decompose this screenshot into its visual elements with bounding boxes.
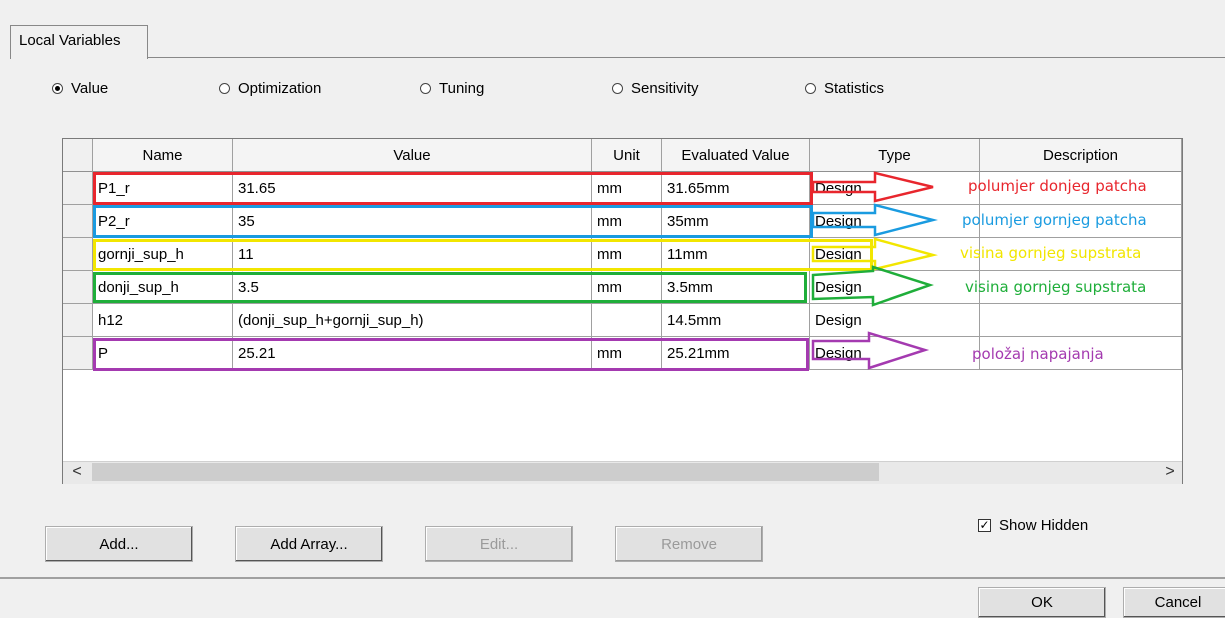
annotation-text: polumjer donjeg patcha <box>968 177 1147 195</box>
table-cell-evaluated[interactable]: 14.5mm <box>662 304 810 337</box>
annotation-arrows <box>811 171 938 370</box>
annotation-text: visina gornjeg supstrata <box>965 278 1147 296</box>
radio-dot[interactable] <box>612 83 623 94</box>
divider <box>0 577 1225 579</box>
column-header[interactable]: Description <box>980 139 1182 172</box>
row-header[interactable] <box>63 337 93 370</box>
arrow-green-icon <box>811 265 934 307</box>
highlight-box-purple <box>93 338 809 371</box>
annotation-text: polumjer gornjeg patcha <box>962 211 1147 229</box>
highlight-box-red <box>93 172 813 205</box>
row-header[interactable] <box>63 205 93 238</box>
annotation-text: položaj napajanja <box>972 345 1104 363</box>
table-cell-unit[interactable] <box>592 304 662 337</box>
arrow-yellow-icon <box>811 237 938 271</box>
tab-label: Local Variables <box>19 32 121 49</box>
column-header[interactable]: Unit <box>592 139 662 172</box>
arrow-purple-icon <box>811 331 930 370</box>
scroll-right-icon[interactable]: > <box>1157 461 1183 483</box>
scroll-left-icon[interactable]: < <box>64 461 90 483</box>
row-header[interactable] <box>63 238 93 271</box>
checkbox-check-icon[interactable]: ✓ <box>978 519 991 532</box>
remove-button[interactable]: Remove <box>615 526 763 562</box>
highlight-box-green <box>93 272 807 303</box>
radio-label: Statistics <box>824 80 885 97</box>
radio-label: Optimization <box>238 80 322 97</box>
column-header[interactable]: Evaluated Value <box>662 139 810 172</box>
ok-button[interactable]: OK <box>978 587 1106 618</box>
add-array-button[interactable]: Add Array... <box>235 526 383 562</box>
radio-value[interactable]: Value <box>52 80 108 97</box>
radio-tuning[interactable]: Tuning <box>420 80 484 97</box>
highlight-box-blue <box>93 205 813 238</box>
table-cell-value[interactable]: (donji_sup_h+gornji_sup_h) <box>233 304 592 337</box>
tab-divider <box>10 57 1225 58</box>
show-hidden-checkbox[interactable]: ✓ Show Hidden <box>978 517 1088 534</box>
add-button[interactable]: Add... <box>45 526 193 562</box>
row-header[interactable] <box>63 304 93 337</box>
column-header[interactable]: Value <box>233 139 592 172</box>
column-header[interactable]: Name <box>93 139 233 172</box>
row-header-corner <box>63 139 93 172</box>
edit-button[interactable]: Edit... <box>425 526 573 562</box>
row-header[interactable] <box>63 271 93 304</box>
radio-dot[interactable] <box>219 83 230 94</box>
radio-dot[interactable] <box>420 83 431 94</box>
cancel-button[interactable]: Cancel <box>1123 587 1225 618</box>
table-cell-name[interactable]: h12 <box>93 304 233 337</box>
radio-statistics[interactable]: Statistics <box>805 80 884 97</box>
radio-label: Tuning <box>439 80 485 97</box>
radio-dot[interactable] <box>52 83 63 94</box>
radio-dot[interactable] <box>805 83 816 94</box>
highlight-box-yellow <box>93 239 873 271</box>
radio-label: Value <box>71 80 109 97</box>
annotation-text: visina gornjeg supstrata <box>960 244 1142 262</box>
radio-optimization[interactable]: Optimization <box>219 80 321 97</box>
tab-local-variables[interactable]: Local Variables <box>10 25 148 59</box>
arrow-red-icon <box>811 171 934 203</box>
arrow-blue-icon <box>811 203 938 237</box>
table-cell-description[interactable] <box>980 304 1182 337</box>
radio-sensitivity[interactable]: Sensitivity <box>612 80 699 97</box>
row-header[interactable] <box>63 172 93 205</box>
scrollbar-thumb[interactable] <box>92 463 879 481</box>
checkbox-label: Show Hidden <box>999 517 1089 534</box>
radio-label: Sensitivity <box>631 80 699 97</box>
